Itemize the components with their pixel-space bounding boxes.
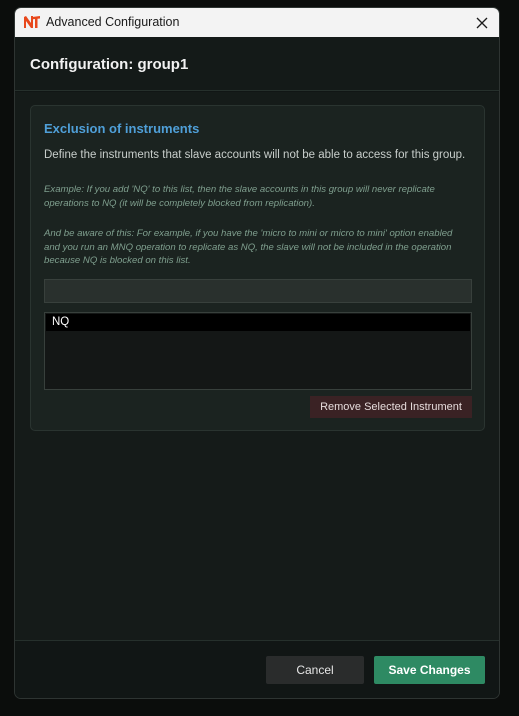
remove-selected-instrument-button[interactable]: Remove Selected Instrument: [310, 396, 472, 418]
instrument-list[interactable]: NQ: [44, 312, 472, 390]
close-icon: [476, 17, 488, 28]
dialog-footer: Cancel Save Changes: [15, 640, 499, 698]
page-header: Configuration: group1: [15, 37, 499, 91]
exclusion-example-note: Example: If you add 'NQ' to this list, t…: [44, 184, 435, 209]
instrument-input[interactable]: [44, 279, 472, 303]
page-title: Configuration: group1: [30, 56, 189, 73]
exclusion-description: Define the instruments that slave accoun…: [44, 149, 466, 161]
exclusion-title: Exclusion of instruments: [44, 121, 200, 136]
instrument-list-item[interactable]: NQ: [46, 314, 470, 331]
window-title: Advanced Configuration: [46, 15, 180, 29]
nt-logo-icon: [23, 15, 41, 29]
title-bar[interactable]: Advanced Configuration: [15, 8, 499, 37]
exclusion-warning-note: And be aware of this: For example, if yo…: [44, 228, 453, 266]
advanced-configuration-window: Advanced Configuration Configuration: gr…: [14, 7, 500, 699]
save-changes-button[interactable]: Save Changes: [374, 656, 485, 684]
content-area: Exclusion of instruments Define the inst…: [15, 92, 499, 640]
exclusion-card: Exclusion of instruments Define the inst…: [30, 105, 485, 431]
close-button[interactable]: [465, 8, 499, 37]
cancel-button[interactable]: Cancel: [266, 656, 364, 684]
